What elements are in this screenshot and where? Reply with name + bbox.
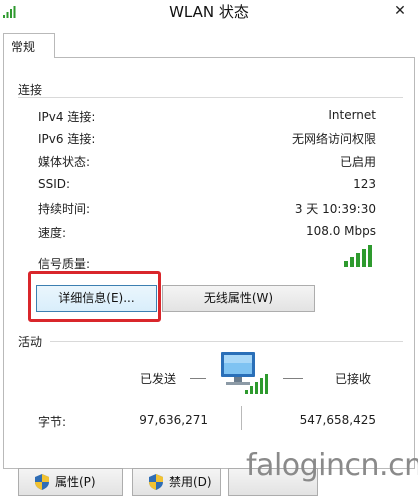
activity-group-label: 活动 [18, 335, 43, 349]
title-bar: WLAN 状态 ✕ [0, 0, 418, 26]
duration-value: 3 天 10:39:30 [294, 202, 376, 216]
uac-shield-icon [149, 474, 163, 490]
activity-divider [241, 406, 242, 430]
ipv4-label: IPv4 连接: [38, 110, 96, 124]
properties-button-label: 属性(P) [55, 475, 96, 489]
ipv6-value: 无网络访问权限 [291, 132, 376, 146]
ssid-value: 123 [353, 177, 376, 191]
signal-bar [350, 257, 354, 267]
ipv4-value: Internet [328, 108, 376, 122]
signal-bar [356, 253, 360, 267]
bytes-received-value: 547,658,425 [299, 413, 376, 427]
properties-button[interactable]: 属性(P) [18, 468, 123, 496]
speed-label: 速度: [38, 226, 67, 240]
close-button[interactable]: ✕ [382, 0, 418, 22]
tab-general-label: 常规 [11, 40, 36, 54]
disable-button-label: 禁用(D) [169, 475, 212, 489]
tab-general[interactable]: 常规 [3, 33, 55, 58]
received-label: 已接收 [335, 372, 372, 386]
connection-separator [18, 97, 403, 98]
sent-label: 已发送 [140, 372, 177, 386]
signal-bar [362, 249, 366, 267]
signal-bar [368, 245, 372, 267]
signal-bar [344, 261, 348, 267]
connection-group-label: 连接 [18, 83, 43, 97]
wireless-properties-button[interactable]: 无线属性(W) [162, 285, 315, 312]
uac-shield-icon [35, 474, 49, 490]
sent-dash [190, 378, 206, 379]
duration-label: 持续时间: [38, 202, 91, 216]
ipv6-label: IPv6 连接: [38, 132, 96, 146]
network-computer-icon [221, 352, 268, 394]
ssid-label: SSID: [38, 177, 71, 191]
activity-separator [50, 341, 403, 342]
disable-button[interactable]: 禁用(D) [132, 468, 221, 496]
received-dash [283, 378, 303, 379]
bytes-label: 字节: [38, 415, 67, 429]
details-button[interactable]: 详细信息(E)... [36, 285, 157, 312]
window-title: WLAN 状态 [169, 3, 249, 21]
watermark-text: faloginсn.cn [246, 448, 418, 483]
bytes-sent-value: 97,636,271 [139, 413, 208, 427]
media-state-label: 媒体状态: [38, 155, 91, 169]
speed-value: 108.0 Mbps [305, 224, 376, 238]
media-state-value: 已启用 [339, 155, 376, 169]
signal-quality-label: 信号质量: [38, 257, 91, 271]
signal-strength-icon [344, 245, 372, 267]
